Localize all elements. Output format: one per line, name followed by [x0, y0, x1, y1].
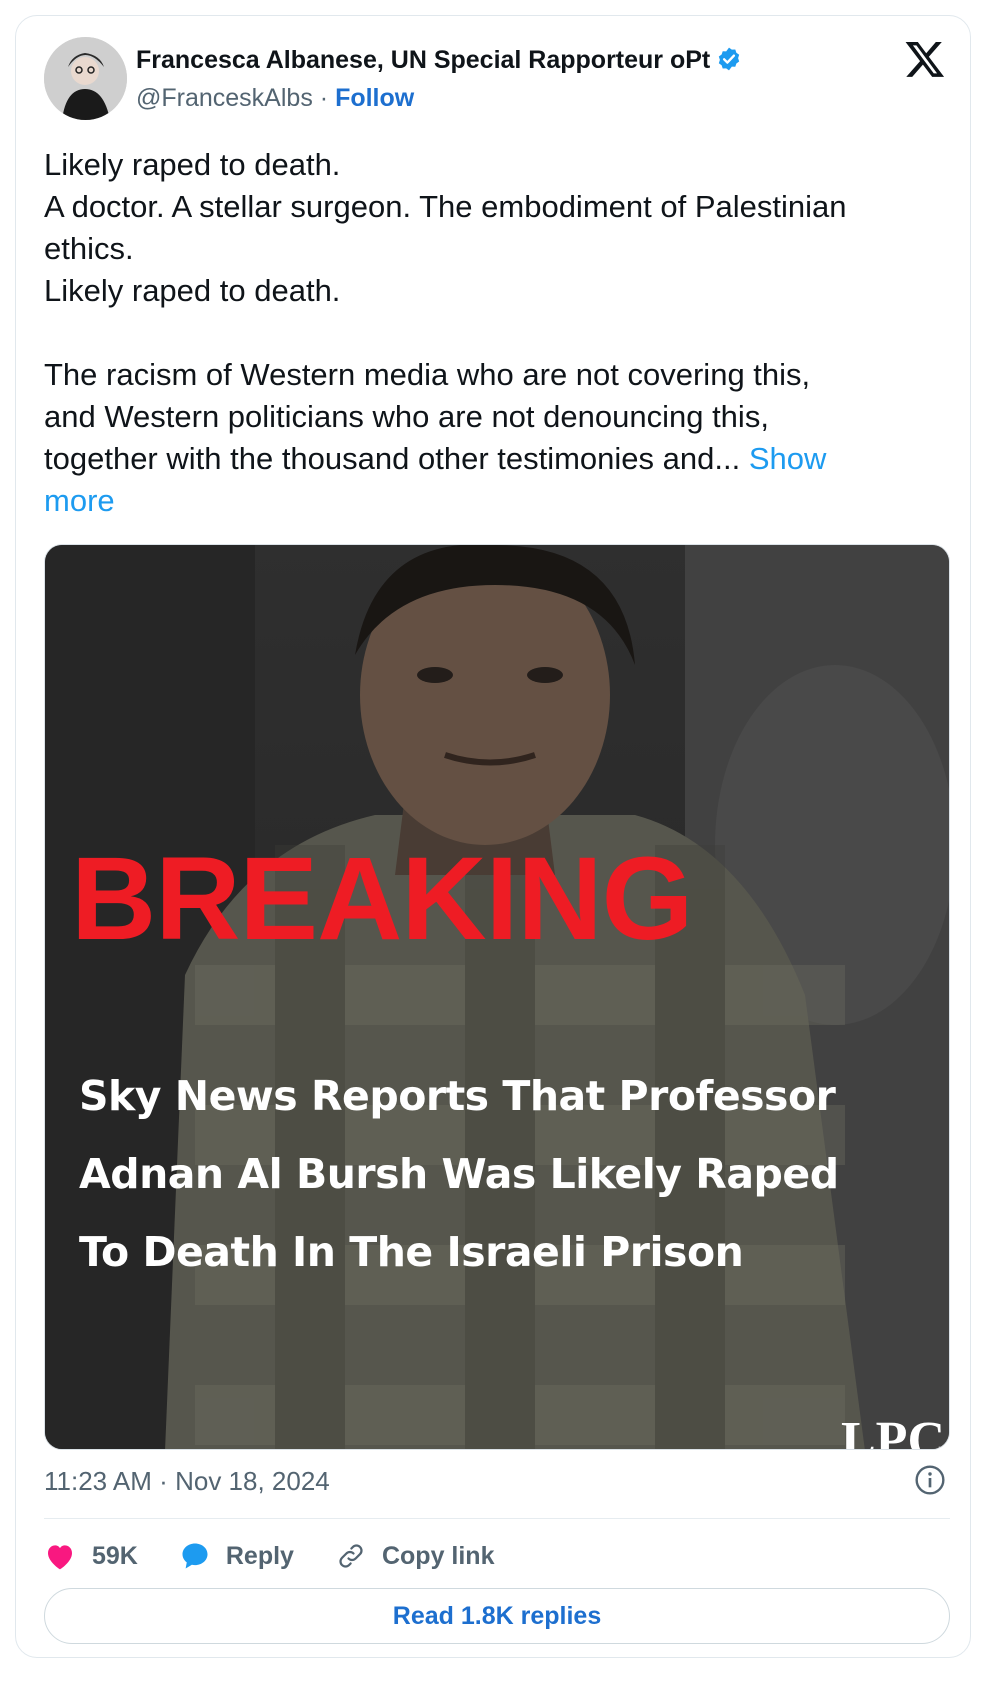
author-name[interactable]: Francesca Albanese, UN Special Rapporteu… — [136, 46, 710, 74]
tweet-line: Likely raped to death. — [44, 273, 341, 308]
copy-link-label: Copy link — [381, 1541, 495, 1570]
tweet-media-image[interactable]: BREAKING Sky News Reports That Professor… — [44, 544, 950, 1450]
media-watermark: LPC — [841, 1412, 945, 1450]
like-count: 59K — [92, 1541, 138, 1570]
tweet-line-truncated: together with the thousand other testimo… — [44, 441, 741, 476]
verified-badge-icon — [716, 46, 742, 79]
actions-divider — [44, 1518, 950, 1519]
read-replies-button[interactable]: Read 1.8K replies — [44, 1588, 950, 1644]
tweet-time: 11:23 AM — [44, 1466, 152, 1496]
headline-line: Adnan Al Bursh Was Likely Raped — [79, 1150, 839, 1198]
tweet-line: Likely raped to death. — [44, 147, 341, 182]
reply-label: Reply — [225, 1541, 294, 1570]
tweet-line: ethics. — [44, 231, 134, 266]
follow-button[interactable]: Follow — [335, 84, 414, 112]
handle-row: @FranceskAlbs · Follow — [136, 84, 414, 113]
media-headline: Sky News Reports That Professor Adnan Al… — [79, 1057, 919, 1291]
avatar-photo — [44, 37, 127, 120]
tweet-line-last: together with the thousand other testimo… — [44, 438, 944, 480]
separator-dot: · — [319, 84, 329, 112]
reply-button[interactable]: Reply — [180, 1541, 294, 1571]
like-button[interactable]: 59K — [44, 1541, 138, 1571]
heart-icon — [48, 1545, 72, 1570]
author-name-row[interactable]: Francesca Albanese, UN Special Rapporteu… — [136, 46, 742, 79]
tweet-timestamp[interactable]: 11:23 AM · Nov 18, 2024 — [44, 1466, 330, 1497]
tweet-line-last-2: more — [44, 480, 944, 522]
media-photo — [45, 545, 949, 1449]
tweet-text: Likely raped to death. A doctor. A stell… — [44, 144, 944, 522]
headline-line: Sky News Reports That Professor — [79, 1072, 836, 1120]
author-avatar[interactable] — [44, 37, 127, 120]
tweet-line: A doctor. A stellar surgeon. The embodim… — [44, 189, 847, 224]
timestamp-separator: · — [159, 1466, 168, 1496]
show-more-link[interactable]: Show — [749, 441, 827, 476]
breaking-label: BREAKING — [71, 833, 693, 965]
show-more-link-cont[interactable]: more — [44, 483, 115, 518]
tweet-date: Nov 18, 2024 — [175, 1466, 330, 1496]
headline-line: To Death In The Israeli Prison — [79, 1228, 744, 1276]
author-handle[interactable]: @FranceskAlbs — [136, 84, 313, 112]
tweet-actions: 59K Reply Copy link — [44, 1534, 536, 1578]
read-replies-label: Read 1.8K replies — [392, 1601, 602, 1630]
reply-bubble-icon — [182, 1543, 208, 1569]
tweet-line: and Western politicians who are not deno… — [44, 399, 769, 434]
x-logo-icon[interactable] — [903, 38, 947, 80]
link-icon — [339, 1544, 363, 1568]
copy-link-button[interactable]: Copy link — [336, 1541, 495, 1571]
tweet-line: The racism of Western media who are not … — [44, 357, 811, 392]
info-icon[interactable] — [914, 1464, 946, 1496]
